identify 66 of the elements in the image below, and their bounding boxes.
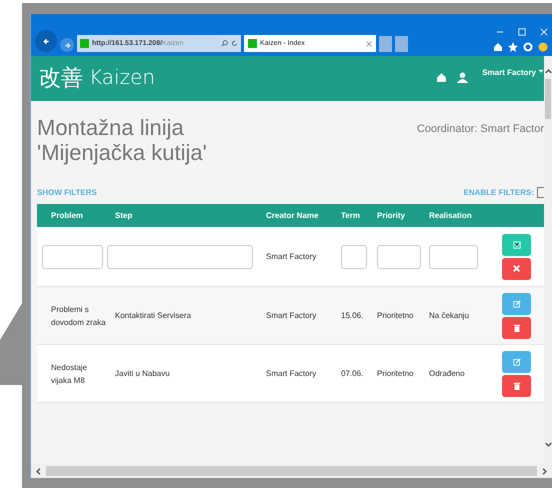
vertical-scrollbar[interactable] xyxy=(544,56,552,464)
star-icon xyxy=(508,42,518,52)
site-favicon xyxy=(80,39,89,48)
user-icon xyxy=(457,72,468,83)
column-header: Term xyxy=(340,211,361,220)
logo-cjk-text: 改善 xyxy=(39,65,83,93)
horizontal-scrollbar[interactable] xyxy=(31,464,552,478)
refresh-icon xyxy=(231,40,238,47)
table-cell-text: Smart Factory xyxy=(265,368,318,380)
scroll-up-icon[interactable] xyxy=(544,68,552,75)
search-icon xyxy=(221,40,228,47)
table-cell-text: Nedostaje vijaka M8 xyxy=(50,362,88,386)
table-cell-text: 07.06. xyxy=(340,368,364,380)
close-icon xyxy=(366,40,372,46)
save-button[interactable] xyxy=(502,234,531,256)
table-cell-text: Na čekanju xyxy=(428,310,470,322)
settings-icon xyxy=(523,42,533,52)
step-input[interactable] xyxy=(107,244,253,268)
table-cell-text: Odrađeno xyxy=(428,368,466,380)
edit-button[interactable] xyxy=(502,292,531,314)
scroll-left-icon[interactable] xyxy=(35,468,42,474)
column-header: Problem xyxy=(50,211,84,220)
check-icon xyxy=(512,240,520,248)
table-cell-text: Javiti u Nabavu xyxy=(114,368,171,380)
column-header: Priority xyxy=(376,211,406,220)
column-header: Step xyxy=(114,211,134,220)
term-input[interactable] xyxy=(341,244,367,268)
forward-button[interactable] xyxy=(60,38,74,52)
column-header: Realisation xyxy=(428,211,473,220)
delete-button[interactable] xyxy=(502,316,531,338)
table-cell-text: Problemi s dovodom zraka xyxy=(50,304,107,328)
priority-input[interactable] xyxy=(377,244,421,268)
realisation-input[interactable] xyxy=(429,244,478,268)
home-icon xyxy=(493,42,503,52)
edit-button[interactable] xyxy=(502,350,531,372)
table-cell-text: Kontaktirati Servisera xyxy=(114,310,192,322)
maximize-icon xyxy=(518,28,526,36)
forward-arrow-icon[interactable] xyxy=(64,42,70,48)
trash-icon xyxy=(512,324,520,332)
table-cell-text: Smart Factory xyxy=(265,310,318,322)
scroll-right-icon[interactable] xyxy=(541,468,548,474)
tab-favicon xyxy=(248,39,257,48)
back-button[interactable] xyxy=(35,30,57,52)
cancel-button[interactable] xyxy=(502,258,531,280)
table-cell-text: Smart Factory xyxy=(265,251,318,263)
close-icon xyxy=(540,28,548,36)
home-icon xyxy=(436,72,448,83)
back-arrow-icon[interactable] xyxy=(42,38,50,44)
edit-icon xyxy=(512,358,520,366)
user-menu-link[interactable]: Smart Factory xyxy=(482,68,544,77)
scroll-down-icon[interactable] xyxy=(544,441,552,448)
trash-icon xyxy=(512,382,520,390)
table-cell-text: Prioritetno xyxy=(376,368,414,380)
close-icon xyxy=(513,265,520,272)
table-cell-text: 15.06. xyxy=(340,310,364,322)
logo-text: Kaizen xyxy=(89,65,156,89)
page-title: Montažna linija 'Mijenjačka kutija' xyxy=(37,115,207,165)
edit-icon xyxy=(512,300,520,308)
delete-button[interactable] xyxy=(502,374,531,396)
caret-icon xyxy=(538,68,544,74)
coordinator-text: Coordinator: Smart Factor xyxy=(416,123,544,135)
enable-filters-link[interactable]: ENABLE FILTERS: xyxy=(463,188,534,197)
show-filters-link[interactable]: SHOW FILTERS xyxy=(37,188,97,197)
column-header: Creator Name xyxy=(265,211,320,220)
problem-input[interactable] xyxy=(42,244,103,268)
table-cell-text: Prioritetno xyxy=(376,310,414,322)
